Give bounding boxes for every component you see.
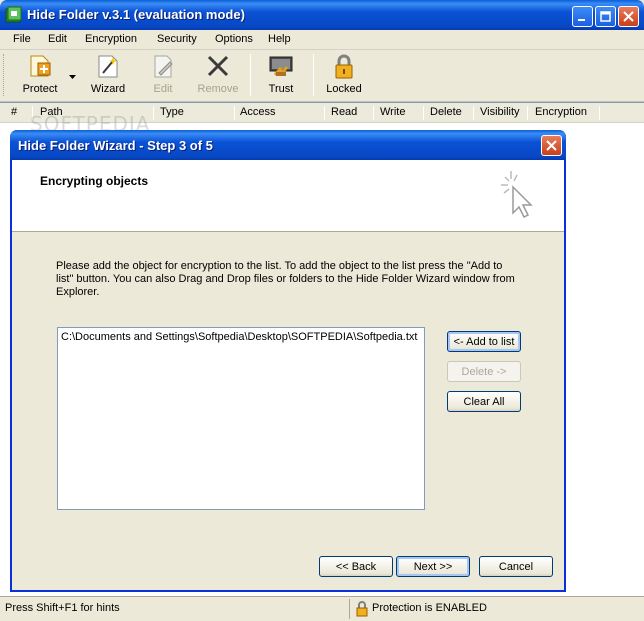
menu-help[interactable]: Help bbox=[268, 33, 291, 45]
menu-bar: File Edit Encryption Security Options He… bbox=[0, 30, 644, 50]
column-divider bbox=[423, 106, 424, 120]
column-encryption[interactable]: Encryption bbox=[535, 106, 587, 118]
locked-button[interactable]: Locked bbox=[324, 52, 364, 98]
column-read[interactable]: Read bbox=[331, 106, 357, 118]
column-divider bbox=[373, 106, 374, 120]
wizard-cursor-icon bbox=[497, 165, 543, 225]
cancel-button[interactable]: Cancel bbox=[479, 556, 553, 577]
maximize-button[interactable] bbox=[595, 6, 616, 27]
column-divider bbox=[599, 106, 600, 120]
toolbar-separator bbox=[313, 54, 314, 96]
trust-button[interactable]: Trust bbox=[264, 52, 298, 98]
menu-security[interactable]: Security bbox=[157, 33, 197, 45]
column-number[interactable]: # bbox=[11, 106, 17, 118]
column-write[interactable]: Write bbox=[380, 106, 405, 118]
menu-file[interactable]: File bbox=[13, 33, 31, 45]
menu-encryption[interactable]: Encryption bbox=[85, 33, 137, 45]
column-divider bbox=[324, 106, 325, 120]
edit-icon bbox=[149, 52, 177, 80]
lock-icon bbox=[355, 601, 369, 617]
lock-icon bbox=[330, 52, 358, 80]
maximize-icon bbox=[600, 11, 611, 22]
status-hint: Press Shift+F1 for hints bbox=[5, 602, 120, 614]
protection-status-panel: Protection is ENABLED bbox=[349, 599, 643, 619]
toolbar-separator bbox=[250, 54, 251, 96]
window-title: Hide Folder v.3.1 (evaluation mode) bbox=[27, 7, 245, 22]
hide-folder-wizard-dialog: Hide Folder Wizard - Step 3 of 5 Encrypt… bbox=[10, 130, 566, 592]
toolbar: Protect Wizard Edit Remove Trust Locked bbox=[0, 50, 644, 102]
dialog-title: Hide Folder Wizard - Step 3 of 5 bbox=[18, 138, 213, 153]
column-divider bbox=[473, 106, 474, 120]
column-divider bbox=[234, 106, 235, 120]
column-type[interactable]: Type bbox=[160, 106, 184, 118]
encryption-objects-listbox[interactable]: C:\Documents and Settings\Softpedia\Desk… bbox=[57, 327, 425, 510]
protect-icon bbox=[26, 52, 54, 80]
status-bar: Press Shift+F1 for hints Protection is E… bbox=[0, 596, 644, 621]
dialog-title-bar: Hide Folder Wizard - Step 3 of 5 bbox=[10, 130, 566, 160]
protect-button[interactable]: Protect bbox=[18, 52, 62, 98]
minimize-icon bbox=[578, 19, 585, 21]
wizard-icon bbox=[94, 52, 122, 80]
column-access[interactable]: Access bbox=[240, 106, 275, 118]
wizard-button[interactable]: Wizard bbox=[88, 52, 128, 98]
column-visibility[interactable]: Visibility bbox=[480, 106, 520, 118]
window-title-bar: Hide Folder v.3.1 (evaluation mode) bbox=[0, 0, 644, 30]
column-delete[interactable]: Delete bbox=[430, 106, 462, 118]
toolbar-grip bbox=[3, 54, 6, 96]
wizard-header: Encrypting objects bbox=[12, 160, 564, 232]
close-button[interactable] bbox=[618, 6, 639, 27]
close-icon bbox=[623, 11, 634, 22]
clear-all-button[interactable]: Clear All bbox=[447, 391, 521, 412]
next-button[interactable]: Next >> bbox=[396, 556, 470, 577]
column-divider bbox=[153, 106, 154, 120]
trust-icon bbox=[267, 52, 295, 80]
wizard-instructions: Please add the object for encryption to … bbox=[56, 260, 515, 298]
dialog-close-button[interactable] bbox=[541, 135, 562, 156]
protection-status: Protection is ENABLED bbox=[372, 602, 487, 614]
delete-button[interactable]: Delete -> bbox=[447, 361, 521, 382]
list-item[interactable]: C:\Documents and Settings\Softpedia\Desk… bbox=[61, 331, 417, 343]
close-icon bbox=[546, 140, 557, 151]
menu-options[interactable]: Options bbox=[215, 33, 253, 45]
protect-dropdown-icon[interactable] bbox=[69, 70, 76, 82]
remove-icon bbox=[204, 52, 232, 80]
step-heading: Encrypting objects bbox=[40, 174, 149, 188]
add-to-list-button[interactable]: <- Add to list bbox=[447, 331, 521, 352]
column-divider bbox=[527, 106, 528, 120]
menu-edit[interactable]: Edit bbox=[48, 33, 67, 45]
remove-button[interactable]: Remove bbox=[196, 52, 240, 98]
minimize-button[interactable] bbox=[572, 6, 593, 27]
back-button[interactable]: << Back bbox=[319, 556, 393, 577]
app-folder-icon bbox=[5, 6, 23, 24]
edit-button[interactable]: Edit bbox=[148, 52, 178, 98]
